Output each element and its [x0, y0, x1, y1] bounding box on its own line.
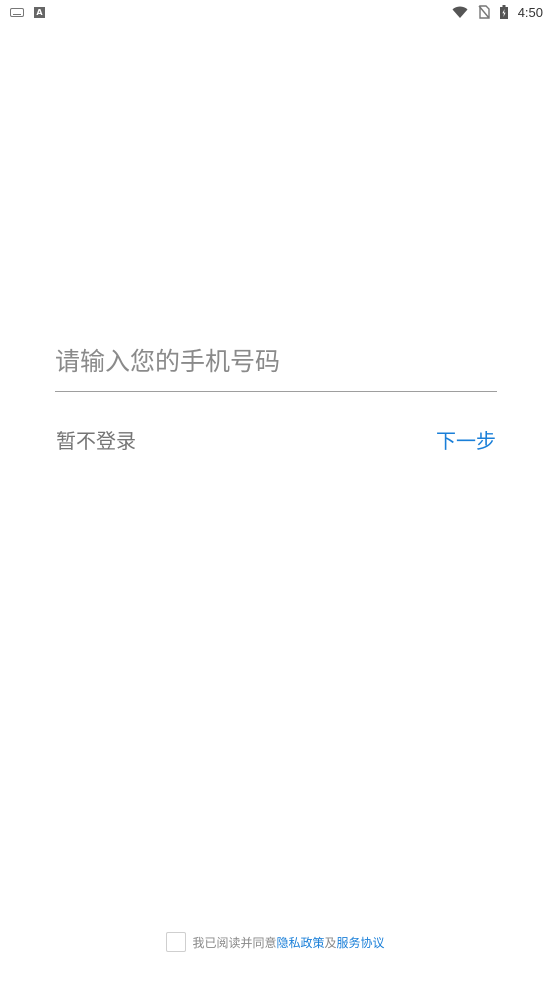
- agreement-checkbox[interactable]: [166, 932, 187, 952]
- next-step-button[interactable]: 下一步: [436, 425, 496, 454]
- agreement-joiner: 及: [324, 935, 337, 950]
- privacy-policy-link[interactable]: 隐私政策: [276, 934, 324, 951]
- phone-number-input[interactable]: [55, 332, 497, 392]
- status-time: 4:50: [517, 4, 543, 20]
- wifi-icon: [452, 6, 468, 18]
- a-app-icon: A: [34, 6, 45, 18]
- status-left: A: [10, 6, 45, 18]
- service-agreement-link[interactable]: 服务协议: [337, 934, 385, 951]
- agreement-row: 我已阅读并同意 隐私政策及服务协议: [0, 932, 551, 952]
- no-sim-icon: [478, 5, 490, 19]
- agreement-prefix: 我已阅读并同意: [192, 935, 277, 950]
- status-bar: A 4:50: [0, 0, 551, 24]
- keyboard-icon: [10, 7, 24, 17]
- battery-icon: [499, 5, 508, 19]
- status-right: 4:50: [452, 5, 543, 20]
- skip-login-button[interactable]: 暂不登录: [56, 425, 136, 454]
- login-screen: A 4:50 暂不登录 下一步 我已阅读并同意隐私政策及服务协议: [0, 0, 551, 985]
